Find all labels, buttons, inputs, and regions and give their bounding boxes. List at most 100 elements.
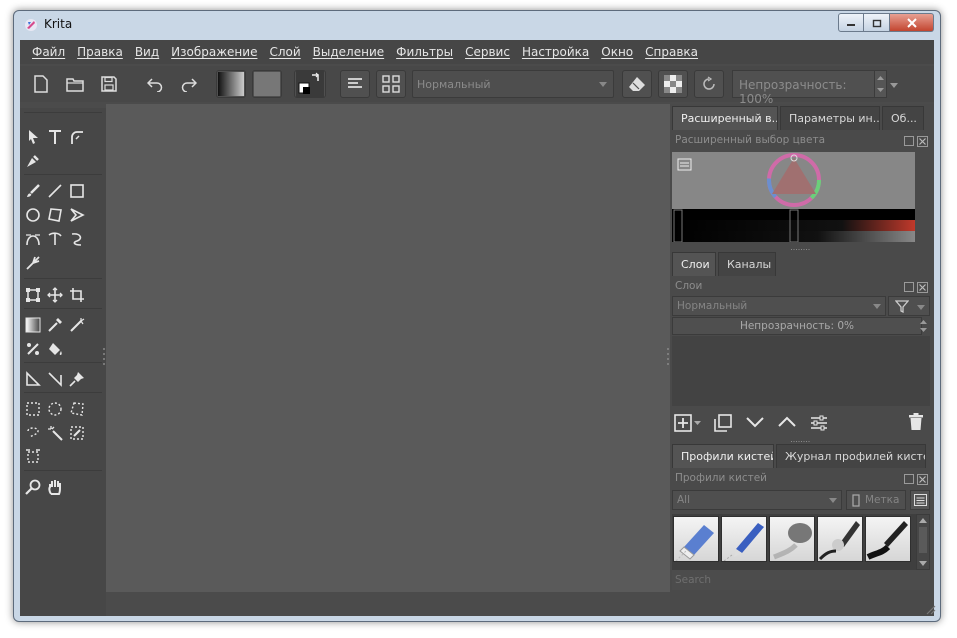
rectangular-selection-tool[interactable] — [22, 398, 44, 420]
brush-settings-button[interactable] — [340, 70, 370, 98]
menu-help[interactable]: Справка — [639, 45, 704, 59]
panel-resize-handle-icon[interactable] — [791, 440, 811, 443]
opacity-slider[interactable]: Непрозрачность: 100% — [732, 70, 886, 106]
move-layer-down-icon[interactable] — [746, 416, 764, 428]
menu-window[interactable]: Окно — [595, 45, 639, 59]
redo-button[interactable] — [176, 70, 202, 98]
tab-advanced-color[interactable]: Расширенный в... — [672, 106, 778, 130]
edit-shapes-tool[interactable] — [66, 126, 88, 148]
brush-presets-button[interactable] — [376, 70, 406, 98]
tab-overview[interactable]: Об... — [882, 106, 924, 130]
similar-selection-tool[interactable] — [66, 422, 88, 444]
bezier-selection-tool[interactable] — [22, 446, 44, 468]
freehand-brush-tool[interactable] — [22, 180, 44, 202]
new-document-button[interactable] — [28, 70, 54, 98]
canvas-area[interactable] — [106, 104, 670, 592]
float-brush-panel-button[interactable] — [904, 474, 914, 484]
toolbar-overflow-icon[interactable] — [890, 83, 898, 89]
brush-search-input[interactable]: Search — [672, 570, 930, 590]
text-tool[interactable] — [44, 126, 66, 148]
measure-tool[interactable] — [22, 368, 44, 390]
multibrush-tool[interactable] — [22, 252, 44, 274]
polygonal-selection-tool[interactable] — [66, 398, 88, 420]
float-panel-button[interactable] — [904, 136, 914, 146]
menu-edit[interactable]: Правка — [71, 45, 129, 59]
menu-filter[interactable]: Фильтры — [390, 45, 459, 59]
float-layers-panel-button[interactable] — [904, 282, 914, 292]
menu-file[interactable]: Файл — [26, 45, 71, 59]
line-tool[interactable] — [44, 180, 66, 202]
brush-presets-scrollbar[interactable] — [916, 514, 930, 570]
title-bar[interactable]: Krita — [14, 11, 940, 39]
layer-opacity-slider[interactable]: Непрозрачность: 0% — [672, 317, 922, 335]
tab-brush-presets[interactable]: Профили кистей — [672, 444, 774, 468]
close-brush-panel-icon[interactable] — [917, 474, 928, 485]
pin-tool[interactable] — [66, 368, 88, 390]
calligraphy-tool[interactable] — [22, 150, 44, 172]
duplicate-layer-icon[interactable] — [714, 414, 732, 432]
elliptical-selection-tool[interactable] — [44, 398, 66, 420]
contiguous-selection-tool[interactable] — [44, 422, 66, 444]
assistant-tool[interactable] — [22, 338, 44, 360]
brush-preset-ink-nib[interactable] — [817, 516, 863, 562]
transform-tool[interactable] — [22, 284, 44, 306]
dynamic-brush-tool[interactable] — [66, 228, 88, 250]
menu-select[interactable]: Выделение — [307, 45, 390, 59]
reference-tool[interactable] — [44, 368, 66, 390]
color-picker-tool[interactable] — [44, 314, 66, 336]
freehand-selection-tool[interactable] — [22, 422, 44, 444]
gradient-selector-button[interactable] — [216, 70, 246, 98]
polygon-tool[interactable] — [44, 204, 66, 226]
close-button[interactable] — [890, 13, 934, 32]
tag-button[interactable]: Метка — [846, 490, 906, 510]
color-selector-widget[interactable] — [672, 152, 915, 243]
eraser-mode-button[interactable] — [622, 70, 652, 98]
select-shapes-tool[interactable] — [22, 126, 44, 148]
preserve-alpha-button[interactable] — [658, 70, 688, 98]
layer-properties-icon[interactable] — [810, 414, 828, 432]
smart-patch-tool[interactable] — [66, 314, 88, 336]
menu-view[interactable]: Вид — [129, 45, 165, 59]
brush-tag-filter-select[interactable]: All — [672, 490, 842, 510]
menu-image[interactable]: Изображение — [165, 45, 263, 59]
brush-preset-eraser[interactable] — [673, 516, 719, 562]
menu-tools[interactable]: Сервис — [459, 45, 516, 59]
brush-preset-marker[interactable] — [865, 516, 911, 562]
pattern-selector-button[interactable] — [252, 70, 282, 98]
undo-button[interactable] — [142, 70, 168, 98]
layers-list[interactable] — [672, 336, 930, 406]
zoom-tool[interactable] — [22, 476, 44, 498]
close-layers-panel-icon[interactable] — [917, 282, 928, 293]
brush-preset-pen[interactable] — [721, 516, 767, 562]
fill-tool[interactable] — [44, 338, 66, 360]
reload-preset-button[interactable] — [694, 70, 724, 98]
layer-filter-button[interactable] — [888, 296, 930, 316]
move-tool[interactable] — [44, 284, 66, 306]
ellipse-tool[interactable] — [22, 204, 44, 226]
brush-preset-soft-airbrush[interactable] — [769, 516, 815, 562]
crop-tool[interactable] — [66, 284, 88, 306]
polyline-tool[interactable] — [66, 204, 88, 226]
brush-view-options-button[interactable] — [910, 490, 930, 510]
minimize-button[interactable] — [838, 13, 864, 32]
blend-mode-select[interactable]: Нормальный — [412, 70, 614, 98]
opacity-spin-buttons[interactable] — [874, 70, 887, 98]
pan-tool[interactable] — [44, 476, 66, 498]
tab-layers[interactable]: Слои — [672, 252, 716, 276]
tab-brush-preset-history[interactable]: Журнал профилей кистей — [776, 444, 926, 468]
tab-channels[interactable]: Каналы — [718, 252, 776, 276]
open-document-button[interactable] — [62, 70, 88, 98]
panel-resize-handle-icon[interactable] — [791, 248, 811, 251]
add-layer-icon[interactable] — [674, 414, 702, 432]
menu-settings[interactable]: Настройка — [516, 45, 595, 59]
rectangle-tool[interactable] — [66, 180, 88, 202]
gradient-tool[interactable] — [22, 314, 44, 336]
save-button[interactable] — [96, 70, 122, 98]
layer-opacity-spin-icon[interactable] — [918, 317, 929, 335]
menu-layer[interactable]: Слой — [263, 45, 306, 59]
tab-tool-options[interactable]: Параметры ин... — [780, 106, 880, 130]
move-layer-up-icon[interactable] — [778, 416, 796, 428]
window-resize-grip-icon[interactable] — [924, 603, 936, 615]
bezier-curve-tool[interactable] — [22, 228, 44, 250]
maximize-button[interactable] — [864, 13, 890, 32]
